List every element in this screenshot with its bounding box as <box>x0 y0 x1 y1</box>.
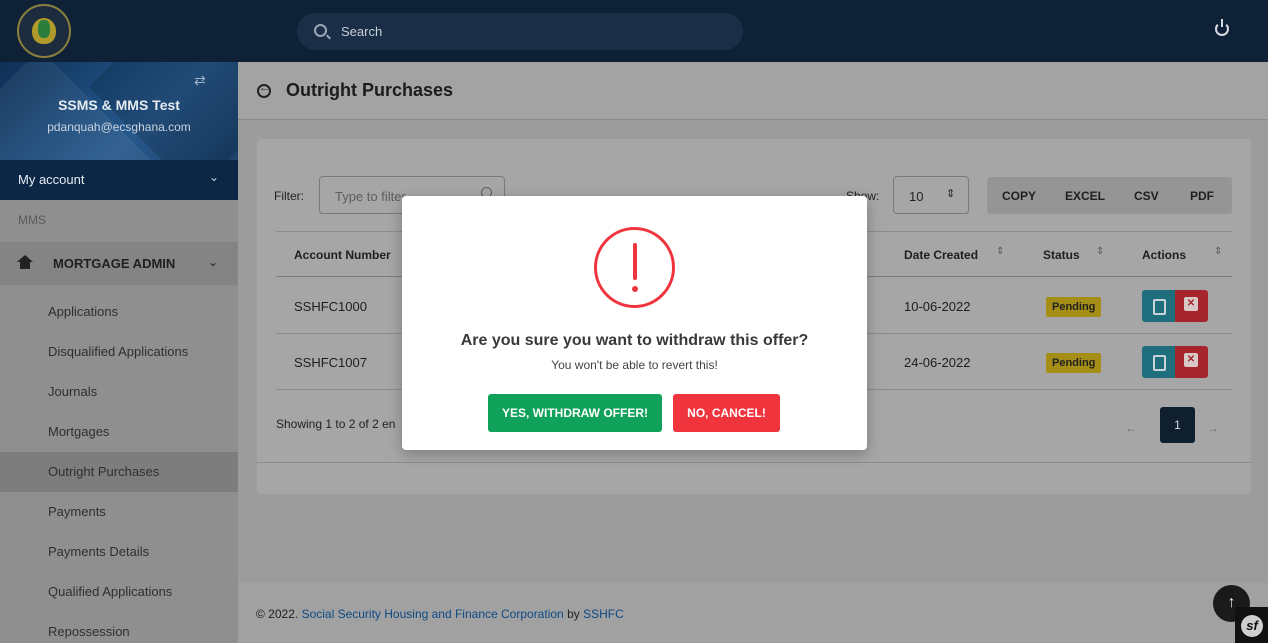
search-bar[interactable]: Search <box>297 13 743 50</box>
sidebar-item-disqualified-applications[interactable]: Disqualified Applications <box>0 332 238 372</box>
status-badge: Pending <box>1046 353 1102 373</box>
sidebar-section-label: MMS <box>18 213 46 227</box>
user-email: pdanquah@ecsghana.com <box>47 120 191 134</box>
column-header-date[interactable]: Date Created <box>904 248 978 262</box>
sidebar-item-qualified-applications[interactable]: Qualified Applications <box>0 572 238 612</box>
edit-button[interactable] <box>1142 346 1175 378</box>
dialog-text: You won't be able to revert this! <box>551 358 718 372</box>
chevron-down-icon: ⌄ <box>208 255 219 269</box>
pdf-button[interactable]: PDF <box>1190 189 1214 203</box>
back-arrow-icon[interactable] <box>257 82 271 98</box>
page-header: Outright Purchases <box>238 62 1268 120</box>
ssnit-logo-icon[interactable] <box>17 4 71 58</box>
my-account-label: My account <box>18 172 85 187</box>
confirm-dialog: Are you sure you want to withdraw this o… <box>402 196 867 450</box>
home-icon <box>17 255 33 269</box>
sidebar: ⇄ SSMS & MMS Test pdanquah@ecsghana.com … <box>0 62 238 643</box>
pager-next-button[interactable]: → <box>1207 421 1219 435</box>
footer-by: by <box>567 607 580 621</box>
symfony-toolbar-toggle[interactable]: sf <box>1235 607 1268 643</box>
warning-icon <box>594 227 675 308</box>
sort-icon[interactable]: ⇕ <box>1214 246 1222 257</box>
sidebar-item-payments-details[interactable]: Payments Details <box>0 532 238 572</box>
sidebar-group-label: MORTGAGE ADMIN <box>53 256 176 271</box>
delete-button[interactable] <box>1175 290 1208 322</box>
swap-icon[interactable]: ⇄ <box>194 72 206 89</box>
sort-icon[interactable]: ⇕ <box>1096 246 1104 257</box>
sidebar-item-repossession[interactable]: Repossession <box>0 612 238 643</box>
sidebar-item-label: Outright Purchases <box>48 464 160 479</box>
account-number: SSHFC1000 <box>294 299 367 314</box>
profile-header: ⇄ SSMS & MMS Test pdanquah@ecsghana.com … <box>0 62 238 200</box>
copy-button[interactable]: COPY <box>1002 189 1036 203</box>
footer-org-link[interactable]: Social Security Housing and Finance Corp… <box>302 607 564 621</box>
top-navbar: Search <box>0 0 1268 62</box>
sidebar-item-label: Qualified Applications <box>48 584 173 599</box>
pager-previous-button[interactable]: ← <box>1125 421 1137 435</box>
export-button-group: COPY EXCEL CSV PDF <box>987 177 1232 214</box>
search-icon <box>314 24 327 37</box>
sidebar-item-journals[interactable]: Journals <box>0 372 238 412</box>
power-icon[interactable] <box>1215 19 1229 36</box>
dialog-title: Are you sure you want to withdraw this o… <box>460 332 809 349</box>
date-created: 10-06-2022 <box>904 299 971 314</box>
page: Search ⇄ SSMS & MMS Test pdanquah@ecsgha… <box>0 0 1268 643</box>
warning-icon-bar <box>633 243 637 280</box>
app-name: SSMS & MMS Test <box>58 97 180 113</box>
chevron-down-icon: ⌄ <box>209 170 220 184</box>
page-size-value: 10 <box>909 189 924 204</box>
footer-copyright: © 2022. <box>256 607 299 621</box>
sort-icon[interactable]: ⇕ <box>996 246 1004 257</box>
sidebar-item-label: Repossession <box>48 624 130 639</box>
cancel-button[interactable]: NO, CANCEL! <box>673 394 780 432</box>
sidebar-item-payments[interactable]: Payments <box>0 492 238 532</box>
select-arrows-icon: ⇕ <box>946 188 956 200</box>
page-size-select[interactable]: 10 ⇕ <box>893 176 969 214</box>
status-badge: Pending <box>1046 297 1102 317</box>
sidebar-item-mortgages[interactable]: Mortgages <box>0 412 238 452</box>
search-input[interactable]: Search <box>341 24 382 39</box>
my-account-toggle[interactable]: My account ⌄ <box>0 160 238 200</box>
sidebar-item-label: Mortgages <box>48 424 110 439</box>
sidebar-group-mortgage-admin[interactable]: MORTGAGE ADMIN ⌄ <box>0 242 238 285</box>
column-header-account[interactable]: Account Number <box>294 248 391 262</box>
showing-entries-text: Showing 1 to 2 of 2 en <box>276 417 396 431</box>
warning-icon-dot <box>632 286 638 292</box>
footer: © 2022. Social Security Housing and Fina… <box>238 583 1268 643</box>
sidebar-item-label: Applications <box>48 304 119 319</box>
symfony-icon: sf <box>1241 615 1263 637</box>
date-created: 24-06-2022 <box>904 355 971 370</box>
account-number: SSHFC1007 <box>294 355 367 370</box>
sidebar-item-label: Payments <box>48 504 106 519</box>
column-header-actions[interactable]: Actions <box>1142 248 1186 262</box>
delete-button[interactable] <box>1175 346 1208 378</box>
card-divider <box>257 462 1251 463</box>
sidebar-item-label: Payments Details <box>48 544 150 559</box>
edit-button[interactable] <box>1142 290 1175 322</box>
page-title: Outright Purchases <box>286 80 454 100</box>
csv-button[interactable]: CSV <box>1134 189 1159 203</box>
confirm-withdraw-button[interactable]: YES, WITHDRAW OFFER! <box>488 394 662 432</box>
footer-text: © 2022. Social Security Housing and Fina… <box>256 607 624 621</box>
logo-emblem-center <box>38 20 50 38</box>
excel-button[interactable]: EXCEL <box>1065 189 1105 203</box>
footer-short-link[interactable]: SSHFC <box>583 607 624 621</box>
sidebar-item-label: Disqualified Applications <box>48 344 189 359</box>
sidebar-item-label: Journals <box>48 384 98 399</box>
sidebar-item-applications[interactable]: Applications <box>0 292 238 332</box>
sidebar-item-outright-purchases[interactable]: Outright Purchases <box>0 452 238 492</box>
filter-label: Filter: <box>274 189 304 203</box>
column-header-status[interactable]: Status <box>1043 248 1080 262</box>
pager-page-button[interactable]: 1 <box>1160 407 1195 443</box>
